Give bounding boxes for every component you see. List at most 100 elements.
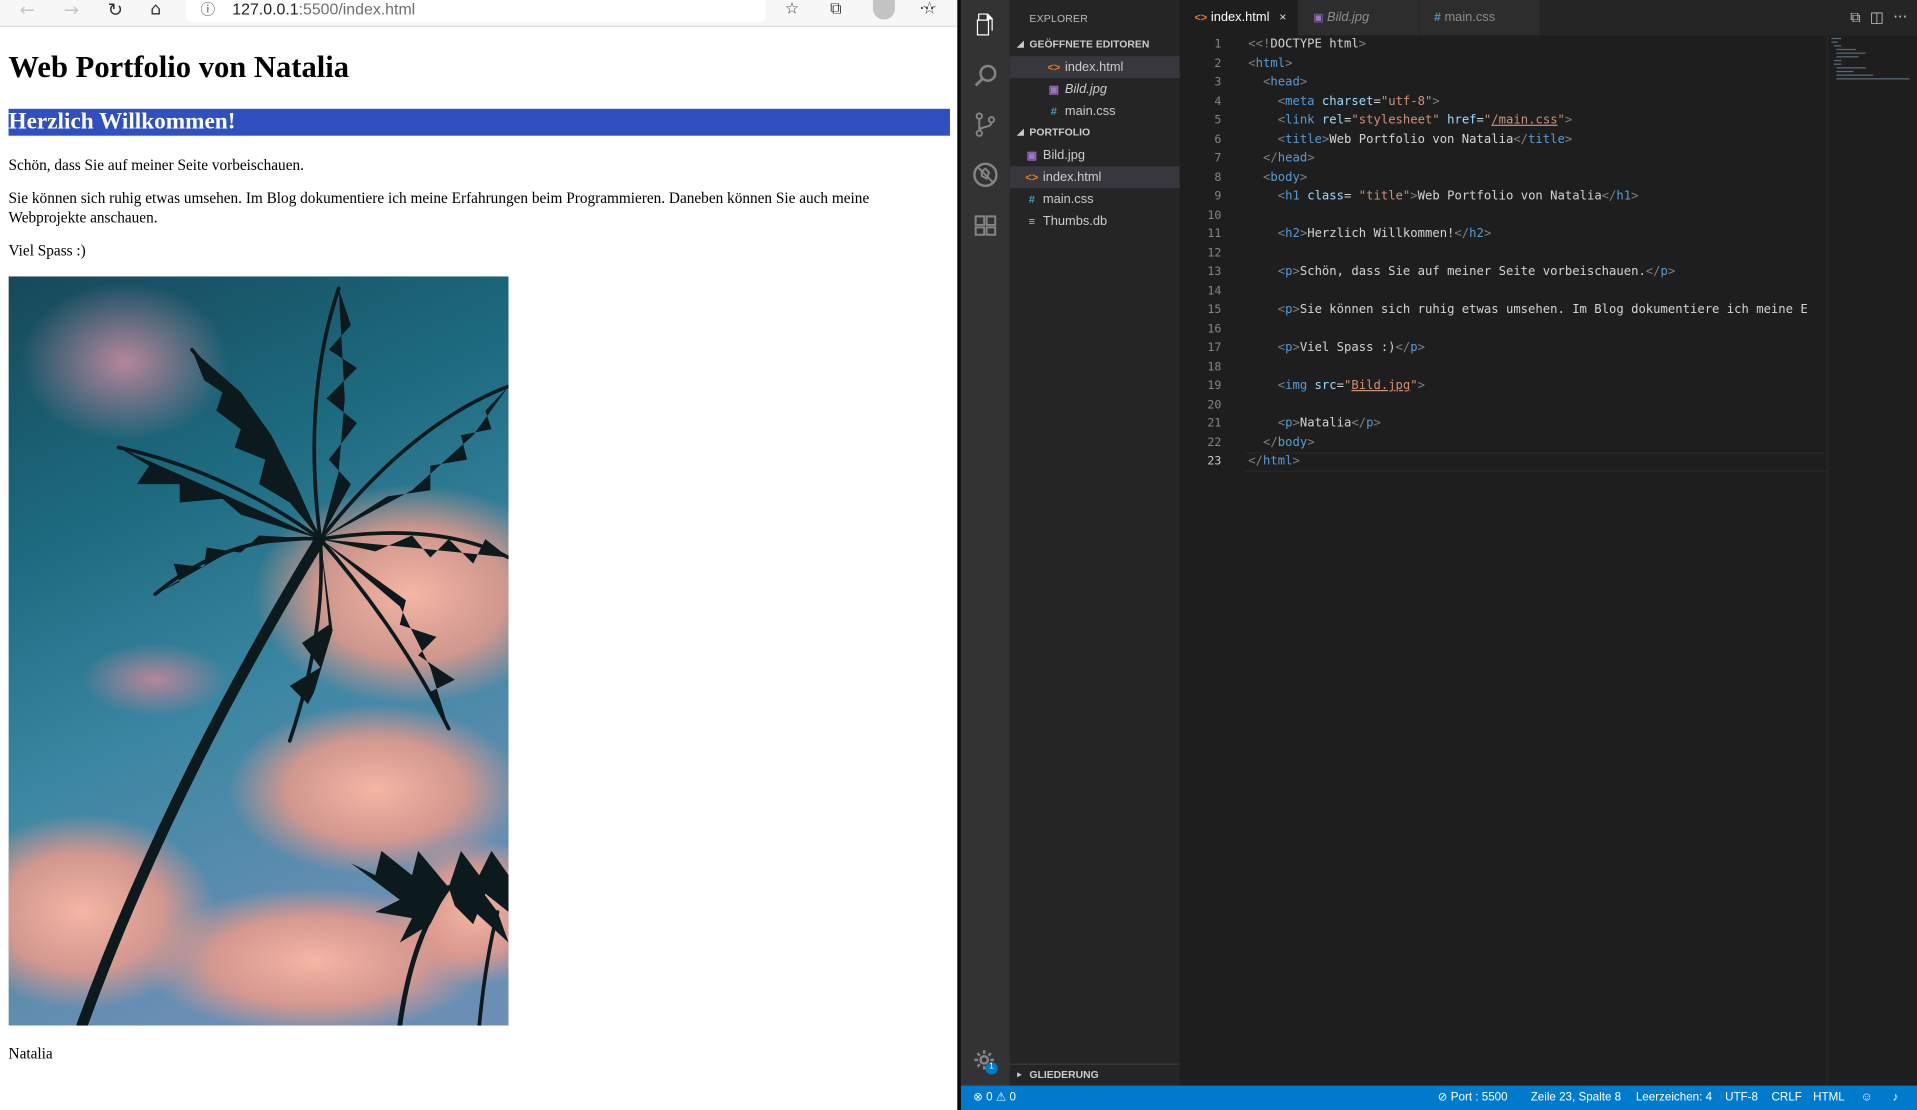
warning-count: 0 [1009,1090,1016,1104]
code-line: <html> [1248,56,1293,71]
url-path: :5500/index.html [298,0,416,19]
file-item[interactable]: ≡ Thumbs.db [1010,210,1180,232]
code-line: <link rel="stylesheet" href="/main.css"> [1277,113,1573,128]
folder-title: PORTFOLIO [1029,125,1091,139]
explorer-title: EXPLORER [1029,12,1088,25]
code-line: <p>Sie können sich ruhig etwas umsehen. … [1277,303,1808,317]
line-number: 6 [1214,132,1222,147]
css-file-icon: # [1434,11,1441,25]
info-icon[interactable]: ⓘ [201,0,216,20]
line-number: 15 [1207,303,1222,317]
problems-indicator[interactable]: ⊗ 0 ⚠ 0 [973,1086,1016,1110]
code-editor[interactable]: 1 2 3 4 5 6 7 8 9 10 11 12 13 14 15 16 17 18 19 20 21 22 23 <<… [1179,35,1917,1086]
tk: html [1263,454,1293,469]
tk: title [1285,132,1322,147]
tk: " [1483,113,1492,128]
file-label: index.html [1042,169,1102,185]
url-host: 127.0.0.1 [232,0,299,19]
html-file-icon: <> [1047,61,1061,74]
open-preview-icon[interactable]: ⧉ [1850,9,1860,26]
open-editor-item[interactable]: ▣ Bild.jpg [1010,78,1180,100]
file-label: main.css [1042,191,1094,207]
image-file-icon: ▣ [1026,149,1038,162]
extensions-icon[interactable] [971,210,1000,239]
html-file-icon: <> [1194,11,1208,24]
tk: rel [1321,113,1345,128]
source-control-icon[interactable] [971,110,1000,139]
more-actions-icon[interactable]: ··· [1893,9,1907,26]
open-editors-section[interactable]: ◢ GEÖFFNETE EDITOREN [1010,34,1180,55]
tk: p [1410,341,1418,355]
feedback-smiley-icon[interactable]: ☺ [1861,1086,1873,1110]
editor-tabs: <> index.html × ▣ Bild.jpg # main.css ⧉ ◫… [1179,0,1917,36]
error-count: 0 [986,1090,993,1104]
tab-label: main.css [1444,9,1496,25]
chevron-right-icon: ▸ [1017,1070,1022,1080]
profile-icon[interactable] [872,0,895,20]
open-editor-label: index.html [1064,59,1124,75]
bell-icon[interactable]: ♪ [1893,1086,1899,1110]
file-item[interactable]: ▣ Bild.jpg [1010,144,1180,166]
vscode-window: 1 EXPLORER ◢ GEÖFFNETE EDITOREN <> index.h… [960,0,1917,1110]
favorites-icon[interactable]: ☆ [785,0,799,23]
code-line: <p>Schön, dass Sie auf meiner Seite vorb… [1277,265,1676,279]
tk: Sie können sich ruhig etwas umsehen. Im … [1299,303,1808,317]
code-line: <h1 class= "title">Web Portfolio von Nat… [1277,189,1639,203]
minimap[interactable] [1826,35,1917,1086]
language-mode[interactable]: HTML [1813,1086,1845,1110]
line-number: 4 [1214,94,1222,109]
tk: DOCTYPE [1270,37,1322,52]
tab-bild-jpg[interactable]: ▣ Bild.jpg [1298,0,1419,36]
tk: class [1307,189,1345,203]
back-icon[interactable]: ← [20,0,35,23]
home-icon[interactable]: ⌂ [150,0,161,23]
paragraph-3: Viel Spass :) [8,242,86,260]
line-number: 21 [1207,416,1222,431]
tab-index-html[interactable]: <> index.html × [1179,0,1298,36]
tk: h2 [1285,227,1300,241]
split-editor-icon[interactable]: ◫ [1870,9,1884,26]
tk: Herzlich Willkommen! [1307,227,1455,241]
search-icon[interactable] [971,61,1000,90]
code-line: </head> [1263,151,1315,166]
file-item[interactable]: <> index.html [1009,166,1180,189]
welcome-heading: Herzlich Willkommen! [8,108,950,136]
line-number: 12 [1207,246,1222,260]
line-ending[interactable]: CRLF [1772,1086,1802,1110]
tk: html [1255,56,1286,71]
tab-main-css[interactable]: # main.css [1419,0,1540,36]
code-line: <<!DOCTYPE html> [1248,37,1367,52]
indentation[interactable]: Leerzeichen: 4 [1636,1086,1712,1110]
debug-icon[interactable] [971,160,1000,189]
cursor-position[interactable]: Zeile 23, Spalte 8 [1531,1086,1621,1110]
tk: href [1447,113,1477,128]
open-editor-item[interactable]: # main.css [1010,100,1180,122]
settings-gear-icon[interactable] [971,1046,1000,1075]
more-icon[interactable]: ··· [919,0,934,23]
html-file-icon: <> [1025,171,1039,184]
image-file-icon: ▣ [1048,83,1060,96]
outline-section[interactable]: ▸ GLIEDERUNG [1009,1063,1180,1086]
live-server-port[interactable]: ⊘ Port : 5500 [1438,1086,1508,1110]
tab-label: Bild.jpg [1327,9,1370,25]
portfolio-folder-section[interactable]: ◢ PORTFOLIO [1010,122,1180,143]
page-heading: Web Portfolio von Natalia [8,51,350,85]
screen: ← → ↻ ⌂ ⓘ 127.0.0.1:5500/index.html ☆ ☆ … [0,0,1917,1110]
minimap-preview [1831,37,1910,80]
line-number: 5 [1214,113,1222,128]
tk: html [1321,37,1359,52]
encoding[interactable]: UTF-8 [1725,1086,1758,1110]
tk: body [1277,435,1308,450]
tk: Natalia [1299,416,1352,431]
forward-icon[interactable]: → [64,0,79,23]
code-line: <head> [1263,75,1308,90]
file-item[interactable]: # main.css [1010,188,1180,210]
address-bar[interactable]: ⓘ 127.0.0.1:5500/index.html ☆ [185,0,937,23]
open-editor-item[interactable]: <> index.html [1009,56,1180,79]
tk: head [1270,75,1300,90]
close-icon[interactable]: × [1279,11,1286,24]
tk: h1 [1616,189,1632,203]
reload-icon[interactable]: ↻ [108,0,123,23]
collections-icon[interactable]: ⧉ [830,0,841,23]
explorer-icon[interactable] [971,10,1000,39]
